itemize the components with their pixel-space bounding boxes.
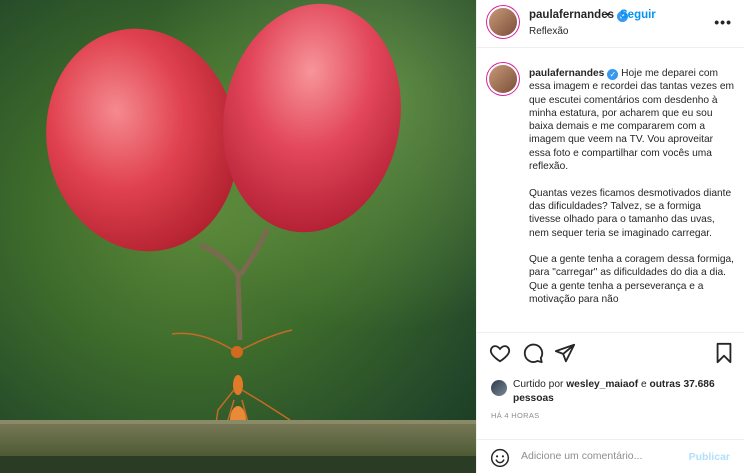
follow-button[interactable]: Seguir bbox=[620, 9, 656, 21]
location-link[interactable]: Reflexão bbox=[529, 26, 568, 37]
username-link[interactable]: paulafernandes ✓ bbox=[529, 9, 628, 22]
comment-input[interactable] bbox=[521, 450, 681, 462]
more-options-icon[interactable]: ••• bbox=[714, 14, 732, 30]
caption-username[interactable]: paulafernandes bbox=[529, 68, 604, 79]
share-icon[interactable] bbox=[554, 342, 576, 369]
liker-avatar[interactable] bbox=[491, 380, 507, 396]
publish-button[interactable]: Publicar bbox=[689, 451, 730, 463]
comment-bar: Publicar bbox=[477, 439, 744, 473]
caption-container[interactable]: paulafernandes ✓ Hoje me deparei com essa… bbox=[477, 49, 744, 333]
verified-badge-icon: ✓ bbox=[607, 69, 619, 80]
avatar[interactable] bbox=[489, 8, 517, 36]
ant-carrying-grapes-image bbox=[0, 0, 476, 473]
caption-scrollbar[interactable] bbox=[740, 98, 744, 332]
post-header: paulafernandes ✓ • Seguir Reflexão ••• bbox=[477, 0, 744, 48]
caption-paragraph: Que a gente tenha a coragem dessa formig… bbox=[529, 254, 735, 306]
comment-icon[interactable] bbox=[522, 342, 544, 369]
emoji-icon[interactable] bbox=[490, 448, 510, 473]
post-photo[interactable] bbox=[0, 0, 476, 473]
liked-by-prefix: Curtido por bbox=[513, 379, 567, 390]
action-bar bbox=[489, 340, 735, 368]
post-sidebar: paulafernandes ✓ • Seguir Reflexão ••• pa… bbox=[476, 0, 744, 473]
likes-text: Curtido por wesley_maiaof e outras 37.68… bbox=[513, 378, 723, 405]
avatar[interactable] bbox=[489, 65, 517, 93]
likes-summary: Curtido por wesley_maiaof e outras 37.68… bbox=[489, 378, 735, 406]
heart-icon[interactable] bbox=[489, 342, 511, 369]
caption-body: Hoje me deparei com essa imagem e record… bbox=[529, 68, 734, 173]
post-timestamp[interactable]: HÁ 4 HORAS bbox=[491, 411, 539, 420]
caption-paragraph: Quantas vezes ficamos desmotivados diant… bbox=[529, 187, 732, 239]
likes-conjunction: e bbox=[638, 379, 650, 390]
liker-username[interactable]: wesley_maiaof bbox=[566, 379, 638, 390]
caption-paragraph: paulafernandes ✓ Hoje me deparei com essa… bbox=[529, 67, 734, 173]
caption-text: paulafernandes ✓ Hoje me deparei com essa… bbox=[529, 67, 734, 320]
separator-dot: • bbox=[606, 9, 610, 21]
bookmark-icon[interactable] bbox=[713, 342, 735, 369]
username-text[interactable]: paulafernandes bbox=[529, 9, 614, 21]
